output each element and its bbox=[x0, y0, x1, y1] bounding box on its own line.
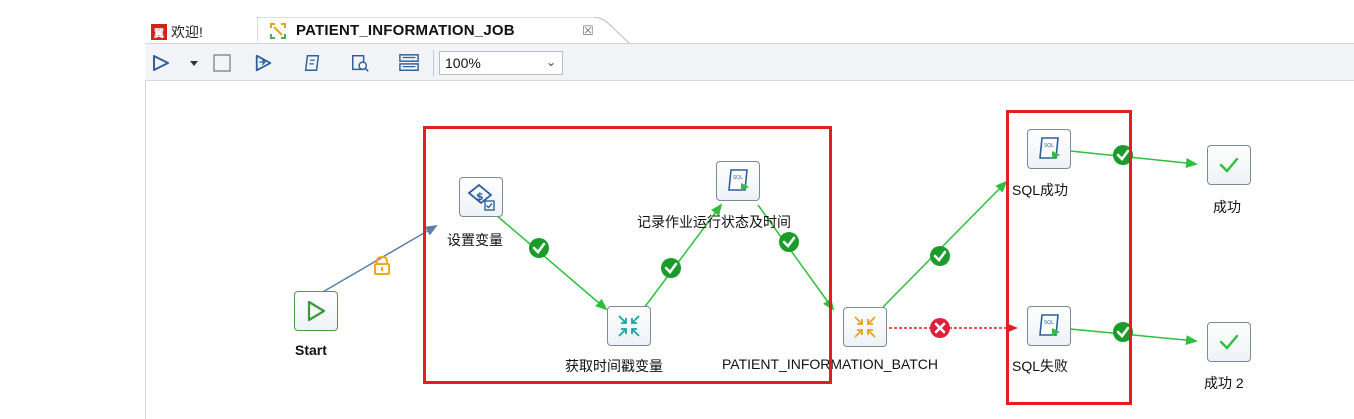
toolbar-separator bbox=[433, 50, 434, 76]
success-hop-icon bbox=[930, 246, 950, 266]
success-2-label: 成功 2 bbox=[1204, 375, 1244, 391]
run-icon[interactable] bbox=[151, 53, 171, 73]
close-tab-icon[interactable]: ☒ bbox=[582, 23, 594, 39]
job-icon bbox=[854, 316, 876, 338]
start-play-icon bbox=[307, 300, 326, 322]
highlight-box-prep bbox=[423, 126, 832, 384]
search-log-icon[interactable] bbox=[349, 53, 371, 73]
batch-job-node[interactable] bbox=[843, 307, 887, 347]
zoom-select[interactable]: 100% ⌄ bbox=[439, 51, 563, 75]
job-editor: 翼 欢迎! PATIENT_INFORMATION_JOB ☒ 100% ⌄ S… bbox=[145, 0, 1354, 419]
zoom-value: 100% bbox=[445, 55, 481, 71]
lock-icon bbox=[374, 255, 390, 275]
run-last-icon[interactable] bbox=[253, 53, 275, 73]
hop-batch-sqlok bbox=[882, 180, 1008, 308]
script-icon[interactable] bbox=[301, 53, 323, 73]
job-canvas[interactable]: Start $ 设置变量 获取时间戳变量 SQL 记录作业运行状态及时间 PAT… bbox=[145, 81, 1354, 419]
tab-welcome[interactable]: 翼 欢迎! bbox=[151, 22, 203, 42]
checkmark-icon bbox=[1219, 334, 1239, 350]
welcome-logo-icon: 翼 bbox=[151, 24, 167, 40]
success-2-node[interactable] bbox=[1207, 322, 1251, 362]
hop-start-setvar bbox=[320, 224, 438, 294]
highlight-box-sql bbox=[1006, 110, 1132, 405]
stop-icon[interactable] bbox=[211, 53, 233, 73]
success-label: 成功 bbox=[1213, 199, 1241, 215]
success-node[interactable] bbox=[1207, 145, 1251, 185]
error-hop-icon bbox=[930, 318, 950, 338]
job-icon bbox=[270, 23, 286, 39]
layout-icon[interactable] bbox=[397, 53, 421, 73]
tab-job-label: PATIENT_INFORMATION_JOB bbox=[296, 22, 515, 39]
chevron-down-icon: ⌄ bbox=[545, 55, 556, 69]
start-node[interactable] bbox=[294, 291, 338, 331]
start-label: Start bbox=[295, 342, 327, 358]
checkmark-icon bbox=[1219, 157, 1239, 173]
run-dropdown-icon[interactable] bbox=[189, 53, 199, 73]
tab-welcome-label: 欢迎! bbox=[171, 24, 203, 40]
job-toolbar bbox=[145, 44, 1354, 81]
